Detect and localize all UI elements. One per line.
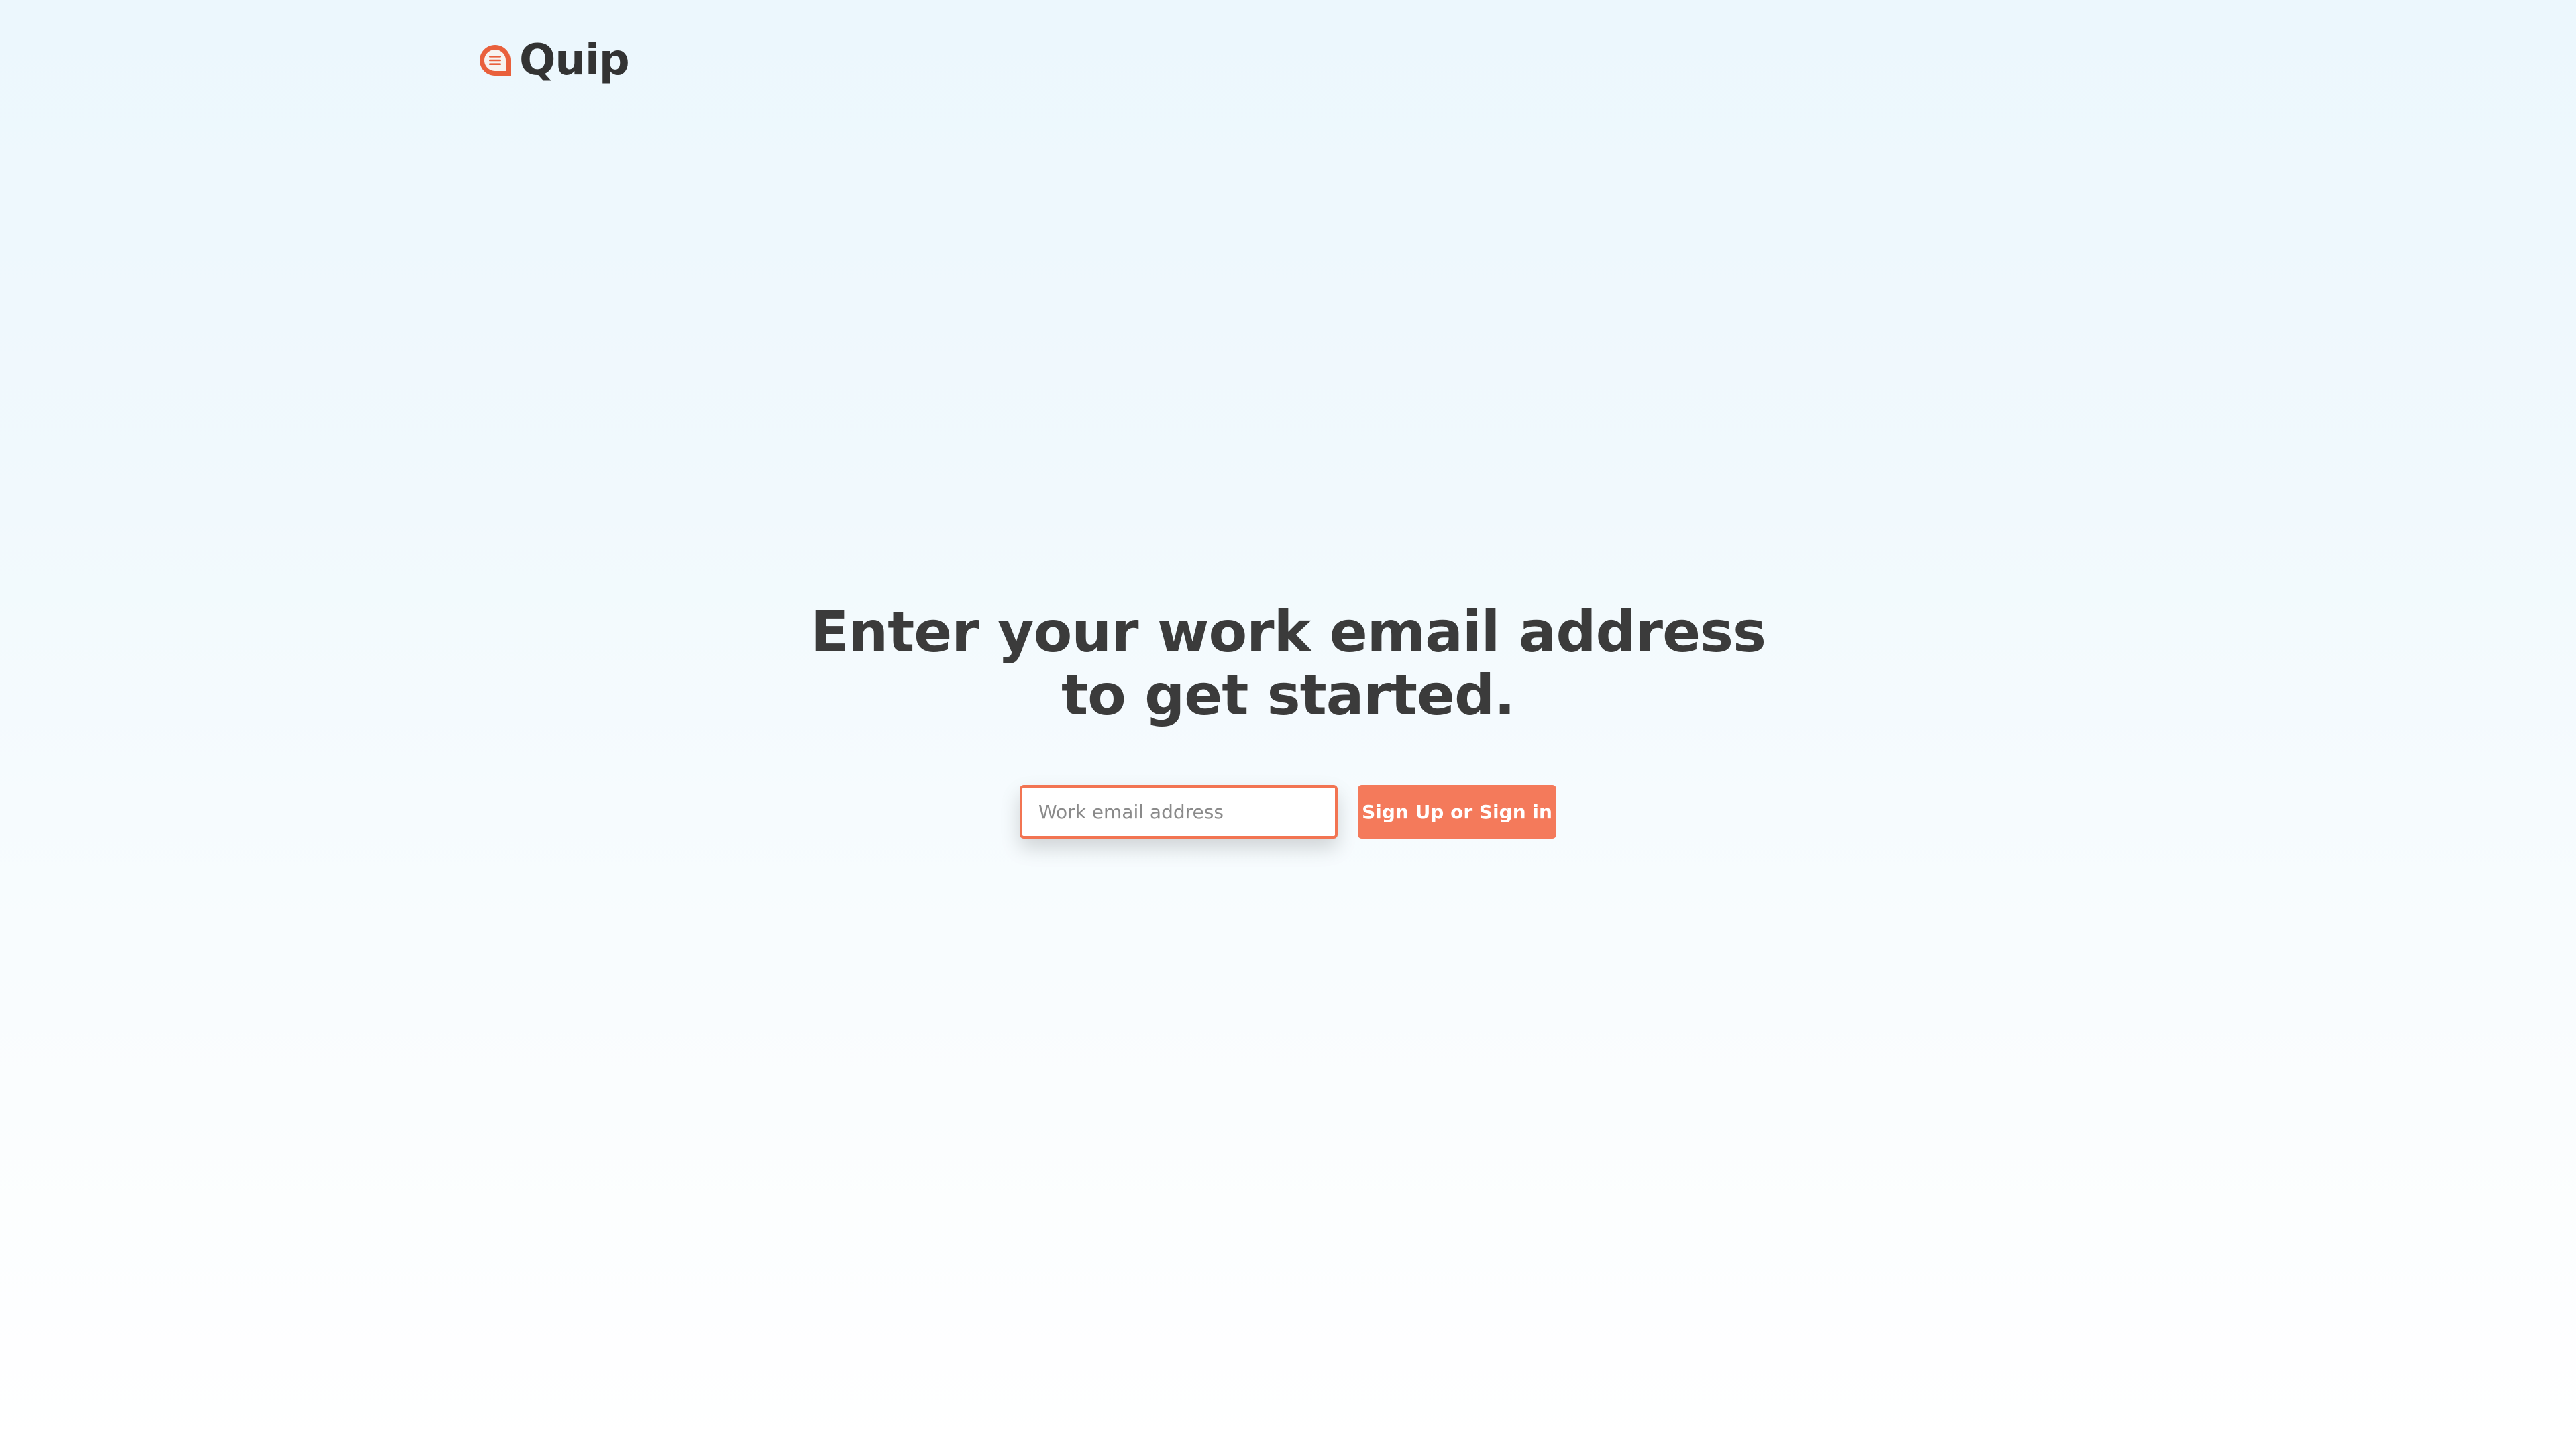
page-title-line-2: to get started. [1061,662,1515,728]
quip-logo-icon[interactable] [478,43,513,78]
email-input[interactable] [1020,785,1338,839]
page-title-line-1: Enter your work email address [810,599,1766,665]
site-header: Quip [478,34,630,87]
sign-up-or-sign-in-button[interactable]: Sign Up or Sign in [1358,785,1556,839]
brand-name[interactable]: Quip [519,39,630,82]
hero-section: Enter your work email address to get sta… [0,600,2576,727]
page-title: Enter your work email address to get sta… [0,600,2576,727]
signup-form: Sign Up or Sign in [1020,785,1556,839]
